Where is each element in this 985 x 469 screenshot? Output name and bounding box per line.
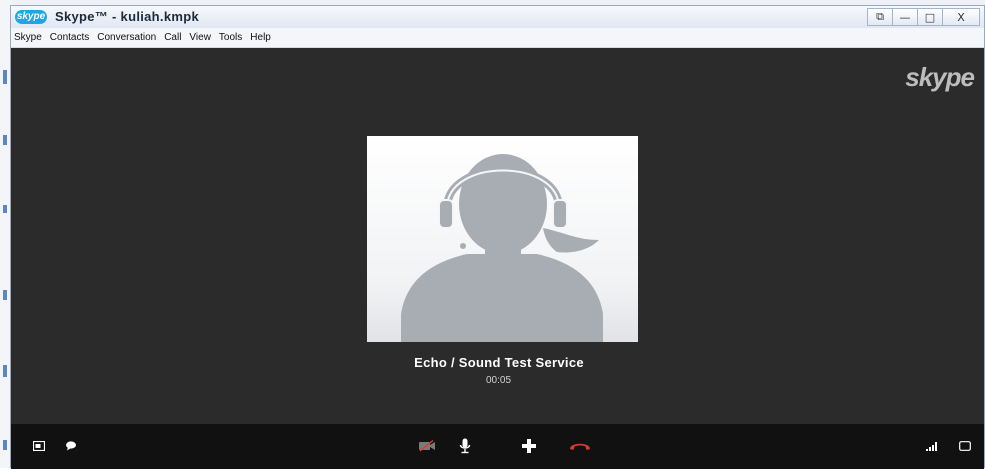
- menu-tools[interactable]: Tools: [218, 32, 243, 43]
- fullscreen-button[interactable]: [957, 436, 973, 456]
- skype-logo-icon: skype: [15, 10, 47, 24]
- microphone-icon: [459, 438, 471, 454]
- show-contacts-button[interactable]: [31, 436, 47, 456]
- menu-bar: Skype Contacts Conversation Call View To…: [11, 28, 984, 48]
- minimize-icon: —: [899, 10, 911, 24]
- add-icon: [522, 439, 536, 453]
- restore-down-button[interactable]: ⧉: [867, 8, 893, 26]
- window-controls: ⧉ — □ X: [867, 8, 980, 26]
- add-button[interactable]: [519, 436, 539, 456]
- video-toggle-button[interactable]: [416, 436, 438, 456]
- signal-strength-icon: [926, 442, 937, 451]
- call-stage: skype Echo / Sound Test Service 00:05: [11, 48, 984, 424]
- minimize-button[interactable]: —: [892, 8, 918, 26]
- end-call-button[interactable]: [566, 436, 594, 456]
- menu-call[interactable]: Call: [163, 32, 182, 43]
- close-button[interactable]: X: [942, 8, 980, 26]
- title-bar: skype Skype™ - kuliah.kmpk ⧉ — □ X: [11, 6, 984, 29]
- call-duration: 00:05: [485, 375, 512, 386]
- chat-icon: [66, 441, 76, 451]
- menu-view[interactable]: View: [188, 32, 212, 43]
- skype-window: skype Skype™ - kuliah.kmpk ⧉ — □ X Skype…: [10, 5, 985, 469]
- fullscreen-icon: [959, 441, 971, 451]
- call-toolbar: [11, 424, 984, 469]
- video-off-icon: [419, 440, 435, 452]
- skype-watermark-logo: skype: [905, 62, 975, 92]
- menu-help[interactable]: Help: [249, 32, 272, 43]
- call-quality-button[interactable]: [924, 436, 940, 456]
- menu-skype[interactable]: Skype: [13, 32, 43, 43]
- contact-name: Echo / Sound Test Service: [414, 355, 584, 370]
- restore-icon: ⧉: [876, 10, 884, 23]
- maximize-button[interactable]: □: [917, 8, 943, 26]
- maximize-icon: □: [924, 10, 936, 24]
- headset-person-icon: [401, 154, 603, 342]
- chat-button[interactable]: [63, 436, 79, 456]
- menu-contacts[interactable]: Contacts: [49, 32, 90, 43]
- window-title: Skype™ - kuliah.kmpk: [55, 9, 199, 24]
- contact-avatar: [367, 136, 638, 342]
- end-call-icon: [570, 443, 590, 450]
- microphone-button[interactable]: [457, 436, 473, 456]
- close-icon: X: [957, 10, 965, 24]
- show-contacts-icon: [33, 441, 45, 451]
- menu-conversation[interactable]: Conversation: [96, 32, 157, 43]
